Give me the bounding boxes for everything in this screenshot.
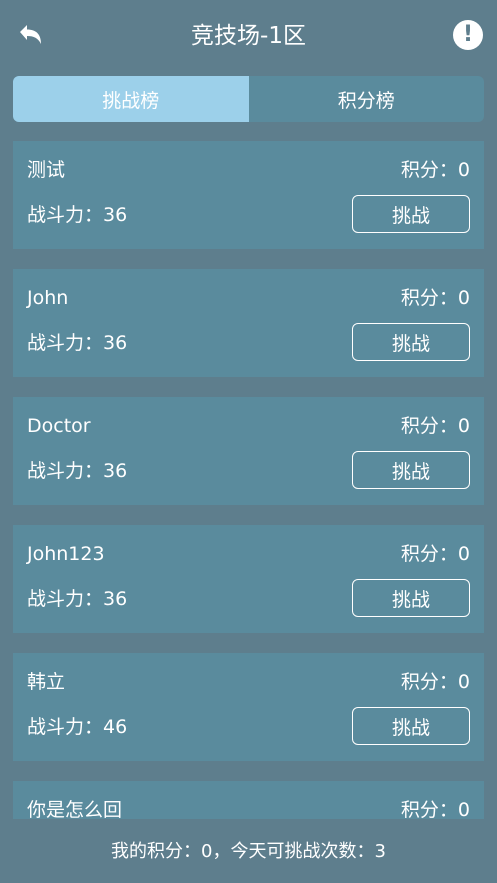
player-name: 测试 [27, 159, 66, 181]
header-bar: 竞技场-1区 ! [0, 0, 497, 72]
player-power: 战斗力：36 [27, 332, 128, 354]
challenge-button[interactable]: 挑战 [352, 451, 470, 489]
player-name: 你是怎么回 [27, 799, 123, 819]
challenge-button[interactable]: 挑战 [352, 323, 470, 361]
list-item: John123 积分：0 战斗力：36 挑战 [13, 525, 484, 633]
footer-status: 我的积分：0，今天可挑战次数：3 [111, 841, 386, 862]
player-power: 战斗力：36 [27, 460, 128, 482]
list-item: Doctor 积分：0 战斗力：36 挑战 [13, 397, 484, 505]
challenge-button[interactable]: 挑战 [352, 707, 470, 745]
player-score: 积分：0 [400, 671, 470, 693]
player-score: 积分：0 [400, 543, 470, 565]
list-item: 韩立 积分：0 战斗力：46 挑战 [13, 653, 484, 761]
player-power: 战斗力：36 [27, 204, 128, 226]
tab-challenge-ranking[interactable]: 挑战榜 [13, 76, 249, 122]
player-score: 积分：0 [400, 159, 470, 181]
player-name: John123 [27, 543, 105, 565]
list-item: 你是怎么回 积分：0 [13, 781, 484, 819]
player-power: 战斗力：36 [27, 588, 128, 610]
player-score: 积分：0 [400, 415, 470, 437]
player-score: 积分：0 [400, 287, 470, 309]
player-list[interactable]: 测试 积分：0 战斗力：36 挑战 John 积分：0 战斗力：36 挑战 Do… [13, 141, 484, 819]
info-icon[interactable]: ! [453, 20, 483, 50]
list-item: 测试 积分：0 战斗力：36 挑战 [13, 141, 484, 249]
player-name: John [27, 287, 69, 309]
challenge-button[interactable]: 挑战 [352, 579, 470, 617]
player-name: Doctor [27, 415, 91, 437]
challenge-button[interactable]: 挑战 [352, 195, 470, 233]
tab-bar: 挑战榜 积分榜 [13, 76, 484, 122]
page-title: 竞技场-1区 [191, 23, 306, 49]
player-power: 战斗力：46 [27, 716, 128, 738]
player-name: 韩立 [27, 671, 66, 693]
list-item: John 积分：0 战斗力：36 挑战 [13, 269, 484, 377]
tab-score-ranking[interactable]: 积分榜 [249, 76, 485, 122]
player-score: 积分：0 [400, 799, 470, 819]
